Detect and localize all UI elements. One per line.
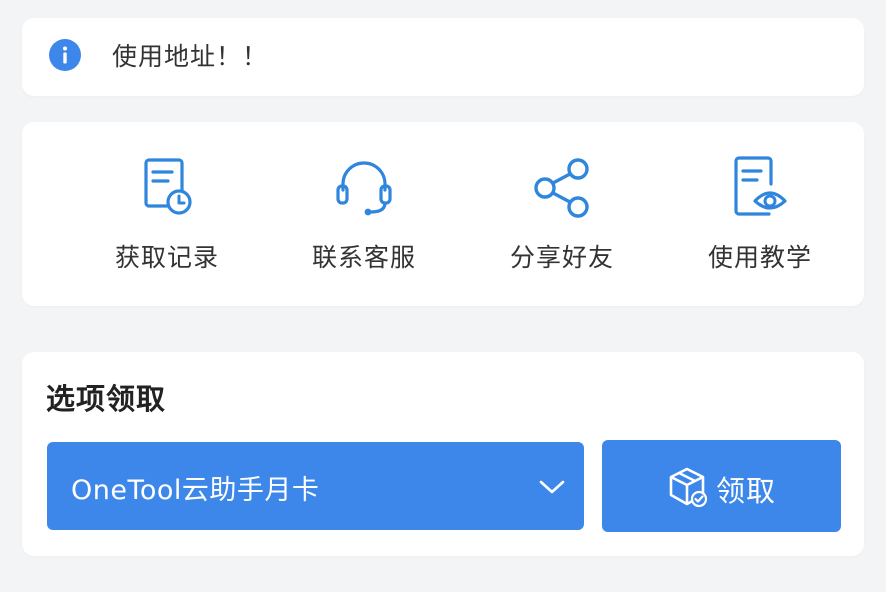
action-tutorial[interactable]: 使用教学 [680,152,840,282]
package-check-icon [669,467,708,508]
action-contact-support[interactable]: 联系客服 [284,152,444,282]
claim-button[interactable]: 领取 [602,440,841,532]
action-label: 使用教学 [707,243,812,272]
action-label: 联系客服 [311,243,416,272]
notice-text: 使用地址！！ [112,42,269,71]
chevron-down-icon [539,480,565,494]
action-fetch-records[interactable]: 获取记录 [87,152,247,282]
claim-panel: 选项领取 OneTool云助手月卡 领取 [22,352,864,556]
action-share-friends[interactable]: 分享好友 [482,152,642,282]
claim-title: 选项领取 [46,382,167,416]
action-label: 分享好友 [509,243,614,272]
quick-actions-panel: 获取记录 联系客服 分享好友 使用教学 [22,122,864,306]
document-eye-icon [734,156,787,216]
option-select[interactable]: OneTool云助手月卡 [47,442,584,530]
info-icon [49,39,81,71]
claim-button-label: 领取 [716,474,777,508]
select-value: OneTool云助手月卡 [71,475,320,506]
action-label: 获取记录 [114,243,219,272]
share-icon [534,158,589,218]
headset-icon [336,161,392,216]
record-clock-icon [144,158,192,215]
